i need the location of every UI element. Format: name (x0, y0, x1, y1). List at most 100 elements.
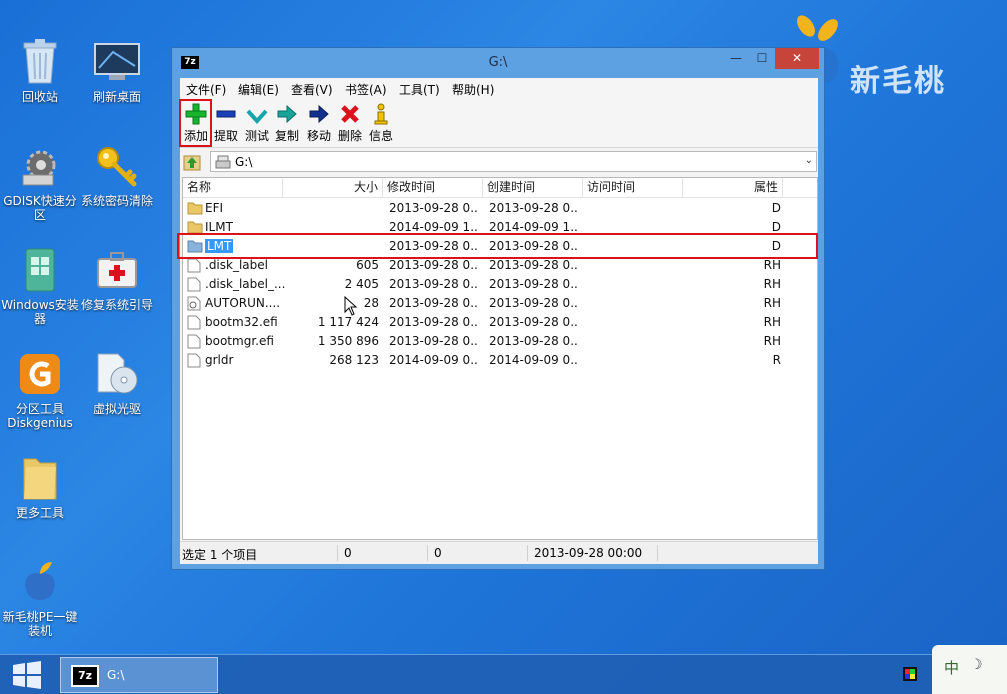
file-row[interactable]: bootmgr.efi 1 350 896 2013-09-28 0... 20… (183, 332, 817, 351)
file-attributes: RH (763, 277, 781, 291)
desktop-icon-boot-repair[interactable]: 修复系统引导 (77, 246, 157, 312)
file-row[interactable]: .disk_label_... 2 405 2013-09-28 0... 20… (183, 275, 817, 294)
desktop-icon-gdisk[interactable]: GDISK快速分区 (0, 142, 80, 222)
copy-arrow-icon (272, 102, 302, 126)
moon-icon[interactable]: ☽ (970, 657, 983, 673)
desktop-icon-virtual-drive[interactable]: 虚拟光驱 (77, 350, 157, 416)
file-icon (187, 315, 201, 330)
title-bar[interactable]: 7z G:\ — ☐ ✕ (172, 48, 824, 78)
file-row[interactable]: grldr 268 123 2014-09-09 0... 2014-09-09… (183, 351, 817, 370)
file-icon (187, 353, 201, 368)
file-name: grldr (205, 353, 234, 367)
file-modified: 2014-09-09 0... (389, 353, 479, 367)
desktop-icon-one-click-install[interactable]: 新毛桃PE一键装机 (0, 558, 80, 638)
delete-label: 删除 (337, 129, 362, 143)
column-size[interactable]: 大小 (283, 178, 383, 198)
file-size: 1 350 896 (317, 334, 379, 348)
file-icon (187, 334, 201, 349)
column-name[interactable]: 名称 (183, 178, 283, 198)
file-row[interactable]: EFI 2013-09-28 0... 2013-09-28 0... D (183, 199, 817, 218)
taskbar-item-7zip[interactable]: 7z G:\ (60, 657, 218, 693)
status-divider (337, 545, 338, 561)
minimize-button[interactable]: — (723, 48, 749, 69)
file-icon (187, 277, 201, 292)
file-list: 名称 大小 修改时间 创建时间 访问时间 属性 EFI 2013-09-28 0… (182, 177, 818, 540)
status-packed: 0 (434, 546, 442, 560)
address-input[interactable]: G:\ ⌄ (210, 151, 817, 172)
delete-button[interactable]: 删除 (335, 102, 365, 144)
close-button[interactable]: ✕ (775, 48, 819, 69)
test-button[interactable]: 测试 (242, 102, 272, 144)
status-divider (427, 545, 428, 561)
copy-label: 复制 (274, 129, 299, 143)
column-headers: 名称 大小 修改时间 创建时间 访问时间 属性 (183, 178, 817, 198)
extract-button[interactable]: 提取 (211, 102, 241, 144)
brand-text: 新毛桃 (850, 64, 946, 99)
color-tray-icon[interactable] (903, 667, 917, 681)
file-created: 2013-09-28 0... (489, 296, 579, 310)
file-created: 2013-09-28 0... (489, 277, 579, 291)
key-icon (93, 142, 141, 190)
up-folder-button[interactable] (182, 152, 202, 172)
desktop-icon-refresh[interactable]: 刷新桌面 (77, 38, 157, 104)
file-created: 2013-09-28 0... (489, 334, 579, 348)
address-bar: G:\ ⌄ (180, 150, 818, 174)
desktop-icon-more-tools[interactable]: 更多工具 (0, 454, 80, 520)
menu-tools[interactable]: 工具(T) (399, 81, 440, 98)
virtual-cd-icon (93, 350, 141, 398)
minus-icon (211, 102, 241, 126)
desktop-icon-label: 新毛桃PE一键装机 (2, 610, 78, 638)
up-arrow-icon (183, 155, 201, 171)
file-row[interactable]: AUTORUN.... 28 2013-09-28 0... 2013-09-2… (183, 294, 817, 313)
installer-icon (16, 246, 64, 294)
desktop-icon-recycle-bin[interactable]: 回收站 (0, 38, 80, 104)
file-attributes: R (772, 353, 781, 367)
toolbar: 添加 提取 测试 复制 移动 删除 信息 (179, 98, 818, 148)
desktop-icon-password-clear[interactable]: 系统密码清除 (77, 142, 157, 208)
menu-view[interactable]: 查看(V) (291, 81, 333, 98)
file-name: bootmgr.efi (205, 334, 274, 348)
desktop-icon-label: 系统密码清除 (80, 194, 153, 208)
address-path: G:\ (235, 155, 253, 169)
first-aid-kit-icon (93, 246, 141, 294)
column-accessed[interactable]: 访问时间 (583, 178, 683, 198)
check-icon (242, 102, 272, 126)
menu-help[interactable]: 帮助(H) (452, 81, 494, 98)
copy-button[interactable]: 复制 (272, 102, 302, 144)
move-button[interactable]: 移动 (304, 102, 334, 144)
file-attributes: RH (763, 296, 781, 310)
desktop-icon-diskgenius[interactable]: 分区工具Diskgenius (0, 350, 80, 430)
file-row[interactable]: bootm32.efi 1 117 424 2013-09-28 0... 20… (183, 313, 817, 332)
config-file-icon (187, 296, 201, 311)
info-button[interactable]: 信息 (366, 102, 396, 144)
desktop-icon-label: 分区工具Diskgenius (7, 402, 73, 430)
column-attributes[interactable]: 属性 (683, 178, 783, 198)
file-created: 2014-09-09 0... (489, 353, 579, 367)
test-label: 测试 (244, 129, 269, 143)
status-selection: 选定 1 个项目 (182, 548, 258, 562)
ime-indicator[interactable]: 中 ☽ (932, 645, 1007, 694)
desktop-icon-windows-installer[interactable]: Windows安装器 (0, 246, 80, 326)
column-modified[interactable]: 修改时间 (383, 178, 483, 198)
maximize-button[interactable]: ☐ (749, 48, 775, 69)
status-date: 2013-09-28 00:00 (534, 546, 643, 560)
file-manager-window: 7z G:\ — ☐ ✕ 文件(F) 编辑(E) 查看(V) 书签(A) 工具(… (171, 47, 825, 570)
column-created[interactable]: 创建时间 (483, 178, 583, 198)
gear-disk-icon (16, 142, 64, 190)
recycle-bin-icon (16, 38, 64, 86)
ime-mode-label: 中 (944, 659, 960, 677)
menu-edit[interactable]: 编辑(E) (238, 81, 279, 98)
menu-file[interactable]: 文件(F) (186, 81, 226, 98)
menu-bookmarks[interactable]: 书签(A) (345, 81, 387, 98)
info-label: 信息 (368, 129, 393, 143)
taskbar: 7z G:\ (0, 654, 1007, 694)
desktop-icon-label: 刷新桌面 (92, 90, 141, 104)
chevron-down-icon[interactable]: ⌄ (805, 155, 813, 166)
file-icon (187, 258, 201, 273)
diskgenius-icon (16, 350, 64, 398)
desktop-icon-label: 更多工具 (15, 506, 64, 520)
menu-bar: 文件(F) 编辑(E) 查看(V) 书签(A) 工具(T) 帮助(H) (180, 78, 818, 98)
start-button[interactable] (12, 661, 42, 689)
desktop-icon-label: 虚拟光驱 (92, 402, 141, 416)
file-attributes: RH (763, 334, 781, 348)
